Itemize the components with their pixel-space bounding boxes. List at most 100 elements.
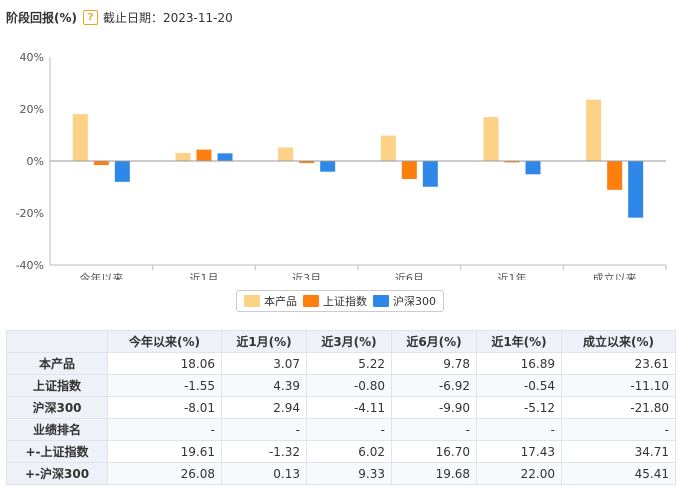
row-label: 上证指数 xyxy=(6,374,108,397)
section-header: 阶段回报(%) ? 截止日期：2023-11-20 xyxy=(6,8,233,26)
legend-swatch xyxy=(244,295,260,307)
table-cell: 16.89 xyxy=(476,352,562,375)
column-header: 近6月(%) xyxy=(391,330,477,353)
x-tick-label: 成立以来 xyxy=(593,271,637,280)
column-header: 近3月(%) xyxy=(306,330,392,353)
bar-0-2 xyxy=(114,161,130,182)
table-cell: - xyxy=(476,418,562,441)
table-cell: -11.10 xyxy=(561,374,676,397)
returns-table: 今年以来(%) 近1月(%) 近3月(%) 近6月(%) 近1年(%) 成立以来(%) 本… xyxy=(6,330,676,485)
legend-label: 上证指数 xyxy=(323,295,367,308)
column-header: 今年以来(%) xyxy=(107,330,222,353)
legend-label: 本产品 xyxy=(264,295,297,308)
table-cell: 19.68 xyxy=(391,462,477,485)
legend-swatch xyxy=(373,295,389,307)
table-row: 本产品 18.06 3.07 5.22 9.78 16.89 23.61 xyxy=(6,352,676,375)
cutoff-date: 截止日期：2023-11-20 xyxy=(103,10,233,25)
bar-1-0 xyxy=(175,153,191,161)
table-row: 沪深300 -8.01 2.94 -4.11 -9.90 -5.12 -21.80 xyxy=(6,396,676,419)
table-row: 上证指数 -1.55 4.39 -0.80 -6.92 -0.54 -11.10 xyxy=(6,374,676,397)
row-label: 业绩排名 xyxy=(6,418,108,441)
table-cell: - xyxy=(306,418,392,441)
bar-4-0 xyxy=(483,117,499,161)
bar-5-2 xyxy=(628,161,644,218)
table-body: 本产品 18.06 3.07 5.22 9.78 16.89 23.61 上证指数 -1.55 4… xyxy=(6,352,676,485)
bar-4-2 xyxy=(525,161,541,175)
table-cell: 17.43 xyxy=(476,440,562,463)
bar-0-0 xyxy=(72,114,88,161)
bar-1-1 xyxy=(196,149,212,161)
y-tick-label: 20% xyxy=(20,103,44,116)
row-label: +-沪深300 xyxy=(6,462,108,485)
table-cell: - xyxy=(107,418,222,441)
y-tick-label: 0% xyxy=(27,155,44,168)
table-cell: 3.07 xyxy=(221,352,307,375)
table-cell: -8.01 xyxy=(107,396,222,419)
bar-2-0 xyxy=(278,147,294,161)
bar-0-1 xyxy=(93,161,109,166)
returns-bar-chart: 40% 20% 0% -20% -40% 今年以来 近1月 近3月 近6月 近1年 成立以来 xyxy=(16,51,667,280)
table-cell: 18.06 xyxy=(107,352,222,375)
column-header: 成立以来(%) xyxy=(561,330,676,353)
bar-5-1 xyxy=(607,161,623,190)
table-cell: 9.78 xyxy=(391,352,477,375)
table-cell: -5.12 xyxy=(476,396,562,419)
table-cell: 9.33 xyxy=(306,462,392,485)
legend-item[interactable]: 上证指数 xyxy=(303,293,367,309)
bar-5-0 xyxy=(586,99,602,161)
bar-2-2 xyxy=(320,161,336,172)
y-tick-label: -20% xyxy=(16,207,44,220)
table-row: 业绩排名 - - - - - - xyxy=(6,418,676,441)
table-cell: - xyxy=(221,418,307,441)
table-cell: 5.22 xyxy=(306,352,392,375)
table-cell: 23.61 xyxy=(561,352,676,375)
table-cell: 0.13 xyxy=(221,462,307,485)
row-label: 沪深300 xyxy=(6,396,108,419)
column-header xyxy=(6,330,108,353)
table-cell: -4.11 xyxy=(306,396,392,419)
x-tick-label: 近6月 xyxy=(395,272,424,280)
table-cell: - xyxy=(391,418,477,441)
x-tick-label: 近3月 xyxy=(292,272,321,280)
table-cell: -0.80 xyxy=(306,374,392,397)
table-cell: 45.41 xyxy=(561,462,676,485)
chart-legend: 本产品 上证指数 沪深300 xyxy=(236,290,444,312)
table-cell: -6.92 xyxy=(391,374,477,397)
table-cell: 16.70 xyxy=(391,440,477,463)
table-cell: 22.00 xyxy=(476,462,562,485)
table-row: +-上证指数 19.61 -1.32 6.02 16.70 17.43 34.71 xyxy=(6,440,676,463)
bar-3-0 xyxy=(380,135,396,161)
row-label: 本产品 xyxy=(6,352,108,375)
column-header: 近1月(%) xyxy=(221,330,307,353)
y-tick-label: 40% xyxy=(20,51,44,64)
table-cell: 6.02 xyxy=(306,440,392,463)
x-tick-label: 今年以来 xyxy=(79,271,123,280)
table-cell: 2.94 xyxy=(221,396,307,419)
legend-label: 沪深300 xyxy=(393,295,436,308)
legend-item[interactable]: 本产品 xyxy=(244,293,297,309)
table-cell: 4.39 xyxy=(221,374,307,397)
table-cell: -21.80 xyxy=(561,396,676,419)
table-cell: -1.32 xyxy=(221,440,307,463)
table-cell: -0.54 xyxy=(476,374,562,397)
table-row: +-沪深300 26.08 0.13 9.33 19.68 22.00 45.41 xyxy=(6,462,676,485)
table-cell: - xyxy=(561,418,676,441)
bar-3-2 xyxy=(422,161,438,187)
table-cell: 34.71 xyxy=(561,440,676,463)
y-tick-label: -40% xyxy=(16,259,44,272)
returns-table-container: 今年以来(%) 近1月(%) 近3月(%) 近6月(%) 近1年(%) 成立以来(%) 本… xyxy=(6,330,676,485)
bar-1-2 xyxy=(217,153,233,161)
row-label: +-上证指数 xyxy=(6,440,108,463)
section-title: 阶段回报(%) xyxy=(6,10,77,25)
legend-item[interactable]: 沪深300 xyxy=(373,293,436,309)
table-cell: 26.08 xyxy=(107,462,222,485)
table-header-row: 今年以来(%) 近1月(%) 近3月(%) 近6月(%) 近1年(%) 成立以来(%) xyxy=(6,330,676,353)
table-cell: -9.90 xyxy=(391,396,477,419)
x-tick-label: 近1年 xyxy=(498,271,527,280)
table-cell: 19.61 xyxy=(107,440,222,463)
x-tick-label: 近1月 xyxy=(190,272,219,280)
help-icon[interactable]: ? xyxy=(83,9,98,25)
legend-swatch xyxy=(303,295,319,307)
column-header: 近1年(%) xyxy=(476,330,562,353)
table-cell: -1.55 xyxy=(107,374,222,397)
